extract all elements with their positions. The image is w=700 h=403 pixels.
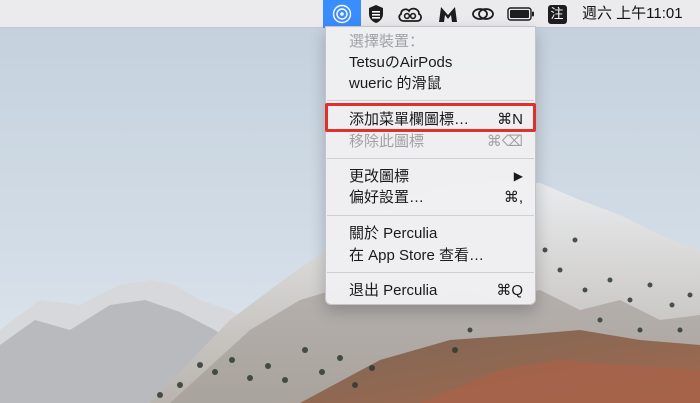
input-method-icon: 注 xyxy=(547,4,567,24)
perculia-icon xyxy=(332,4,352,24)
remove-icon-shortcut: ⌘⌫ xyxy=(486,133,523,150)
battery-icon xyxy=(507,7,535,21)
battery-status-item[interactable] xyxy=(505,0,537,28)
menu-separator xyxy=(327,272,534,273)
creative-cloud-icon xyxy=(397,5,423,23)
menu-separator xyxy=(327,158,534,159)
about-item[interactable]: 關於 Perculia xyxy=(326,223,535,244)
shield-app-icon xyxy=(367,4,385,24)
device-item-airpods[interactable]: TetsuのAirPods xyxy=(326,52,535,73)
chain-link-status-item[interactable] xyxy=(468,0,498,28)
submenu-arrow-icon: ▶ xyxy=(513,169,523,183)
perculia-dropdown-menu: 選擇裝置： TetsuのAirPods wueric 的滑鼠 添加菜單欄圖標… … xyxy=(325,26,536,305)
chain-link-icon xyxy=(471,5,495,23)
quit-shortcut: ⌘Q xyxy=(496,282,523,299)
perculia-status-item[interactable] xyxy=(323,0,361,28)
menu-separator xyxy=(327,100,534,101)
creative-cloud-status-item[interactable] xyxy=(394,0,426,28)
preferences-item[interactable]: 偏好設置… ⌘, xyxy=(326,187,535,208)
highlight-annotation-box xyxy=(325,103,536,132)
app-store-item[interactable]: 在 App Store 查看… xyxy=(326,245,535,266)
malwarebytes-status-item[interactable] xyxy=(434,0,462,28)
shield-app-status-item[interactable] xyxy=(364,0,388,28)
remove-icon-item[interactable]: 移除此圖標 ⌘⌫ xyxy=(326,131,535,152)
malwarebytes-icon xyxy=(437,4,459,24)
menu-bar: 注 週六 上午11:01 xyxy=(0,0,700,28)
input-method-status-item[interactable]: 注 xyxy=(546,0,568,28)
preferences-shortcut: ⌘, xyxy=(503,189,523,206)
device-item-mouse[interactable]: wueric 的滑鼠 xyxy=(326,73,535,94)
quit-item[interactable]: 退出 Perculia ⌘Q xyxy=(326,280,535,301)
menubar-clock[interactable]: 週六 上午11:01 xyxy=(582,0,683,28)
select-device-header: 選擇裝置： xyxy=(349,33,425,50)
menu-separator xyxy=(327,215,534,216)
change-icon-item[interactable]: 更改圖標 ▶ xyxy=(326,166,535,187)
